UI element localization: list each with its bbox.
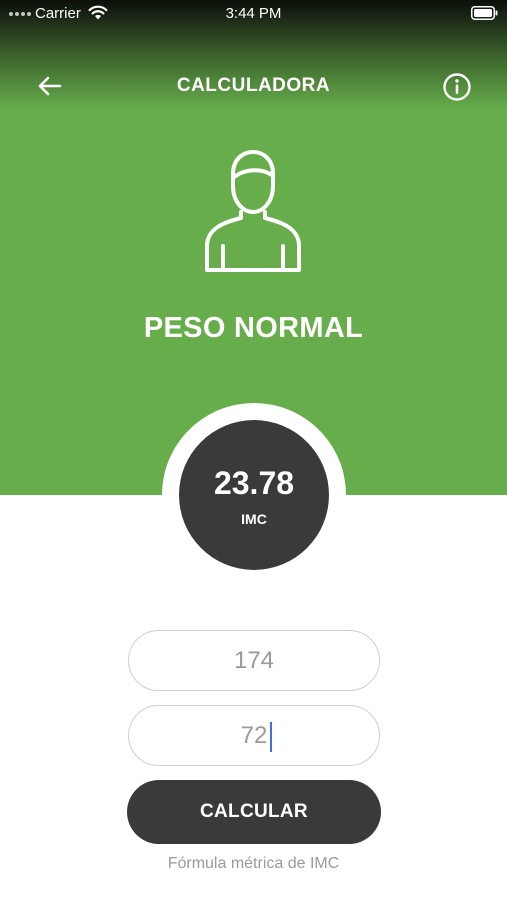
weight-field-wrapper <box>128 705 380 766</box>
text-cursor <box>270 722 272 752</box>
calculate-button[interactable]: CALCULAR <box>127 780 381 844</box>
bmi-status-title: PESO NORMAL <box>143 312 364 344</box>
page-title: CALCULADORA <box>176 75 331 96</box>
nav-bar: CALCULADORA <box>0 62 507 110</box>
battery-icon <box>471 6 498 20</box>
height-input[interactable] <box>129 631 379 690</box>
info-button[interactable] <box>442 72 472 102</box>
bmi-result-circle: 23.78 IMC <box>179 420 329 570</box>
person-icon <box>205 150 301 272</box>
weight-input[interactable] <box>129 706 379 765</box>
bmi-value: 23.78 <box>213 465 295 501</box>
clock: 3:44 PM <box>225 5 282 22</box>
formula-link[interactable]: Fórmula métrica de IMC <box>0 855 507 873</box>
status-bar: Carrier 3:44 PM <box>0 0 507 28</box>
height-field-wrapper <box>128 630 380 691</box>
bmi-label: IMC <box>241 511 267 527</box>
